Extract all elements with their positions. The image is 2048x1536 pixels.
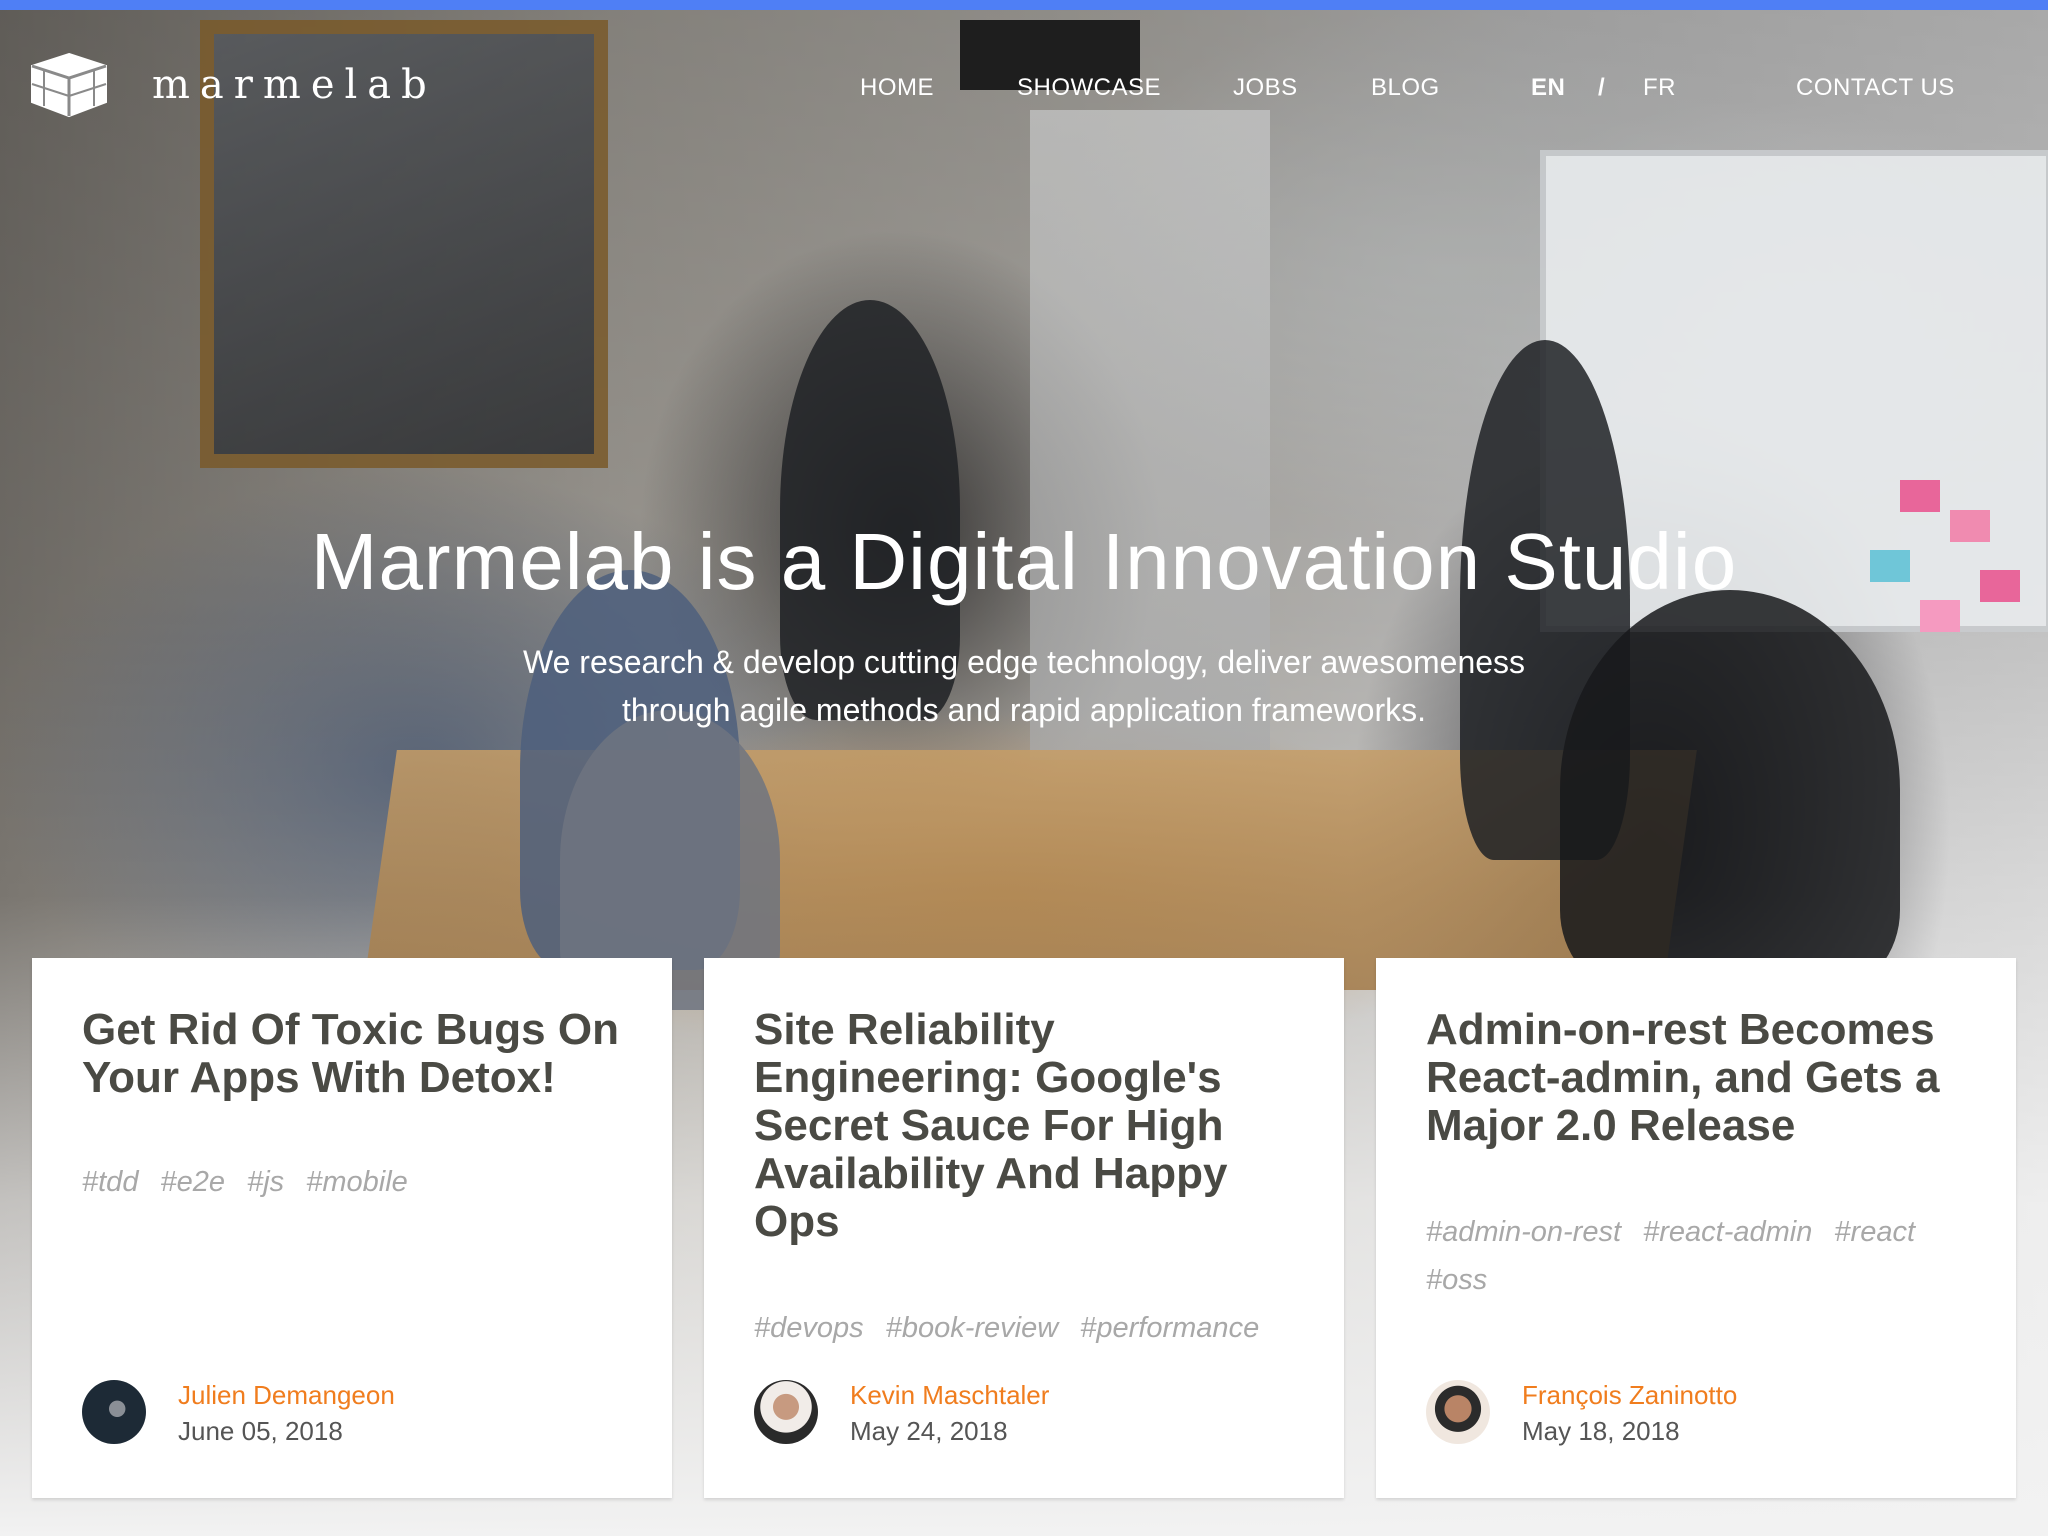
tag-link[interactable]: #tdd [82,1166,138,1198]
tag-link[interactable]: #admin-on-rest [1426,1216,1621,1248]
main-nav: HOME SHOWCASE JOBS BLOG EN / FR CONTACT … [0,74,2048,114]
tag-link[interactable]: #react [1834,1216,1915,1248]
lang-separator: / [1598,74,1605,101]
author-name-link[interactable]: Kevin Maschtaler [850,1380,1049,1411]
hero-subtitle-line: through agile methods and rapid applicat… [621,692,1426,728]
hero-title: Marmelab is a Digital Innovation Studio [310,516,1738,606]
avatar [1426,1380,1490,1444]
tag-link[interactable]: #performance [1080,1312,1259,1344]
top-accent-bar [0,0,2048,10]
post-card[interactable]: Get Rid Of Toxic Bugs On Your Apps With … [32,958,672,1498]
sticky-note-shape [1900,480,1940,512]
post-title[interactable]: Get Rid Of Toxic Bugs On Your Apps With … [82,1006,642,1102]
avatar [754,1380,818,1444]
lang-en-link[interactable]: EN [1531,74,1565,102]
hero-subtitle: We research & develop cutting edge techn… [474,638,1574,734]
post-title[interactable]: Admin-on-rest Becomes React-admin, and G… [1426,1006,1986,1150]
post-tags: #admin-on-rest #react-admin #react #oss [1426,1208,1966,1304]
tag-link[interactable]: #devops [754,1312,864,1344]
post-date: May 18, 2018 [1522,1416,1680,1446]
post-tags: #tdd #e2e #js #mobile [82,1158,622,1206]
tag-link[interactable]: #react-admin [1643,1216,1812,1248]
post-tags: #devops #book-review #performance [754,1304,1294,1352]
post-card[interactable]: Admin-on-rest Becomes React-admin, and G… [1376,958,2016,1498]
nav-blog[interactable]: BLOG [1371,74,1440,102]
post-author: Kevin Maschtaler May 24, 2018 [754,1380,1314,1450]
avatar [82,1380,146,1444]
author-name-link[interactable]: François Zaninotto [1522,1380,1737,1411]
tag-link[interactable]: #js [247,1166,284,1198]
nav-showcase[interactable]: SHOWCASE [1017,74,1161,102]
post-date: June 05, 2018 [178,1416,343,1446]
tag-link[interactable]: #oss [1426,1264,1487,1296]
post-author: Julien Demangeon June 05, 2018 [82,1380,642,1450]
nav-contact-us[interactable]: CONTACT US [1796,74,1955,102]
lang-fr-link[interactable]: FR [1643,74,1676,102]
nav-home[interactable]: HOME [860,74,934,102]
nav-jobs[interactable]: JOBS [1233,74,1298,102]
post-title[interactable]: Site Reliability Engineering: Google's S… [754,1006,1314,1246]
author-name-link[interactable]: Julien Demangeon [178,1380,395,1411]
post-date: May 24, 2018 [850,1416,1008,1446]
post-card[interactable]: Site Reliability Engineering: Google's S… [704,958,1344,1498]
post-author: François Zaninotto May 18, 2018 [1426,1380,1986,1450]
hero-subtitle-line: We research & develop cutting edge techn… [522,644,1526,680]
person-shape [1560,590,1900,990]
tag-link[interactable]: #book-review [886,1312,1058,1344]
tag-link[interactable]: #e2e [161,1166,226,1198]
tag-link[interactable]: #mobile [306,1166,408,1198]
